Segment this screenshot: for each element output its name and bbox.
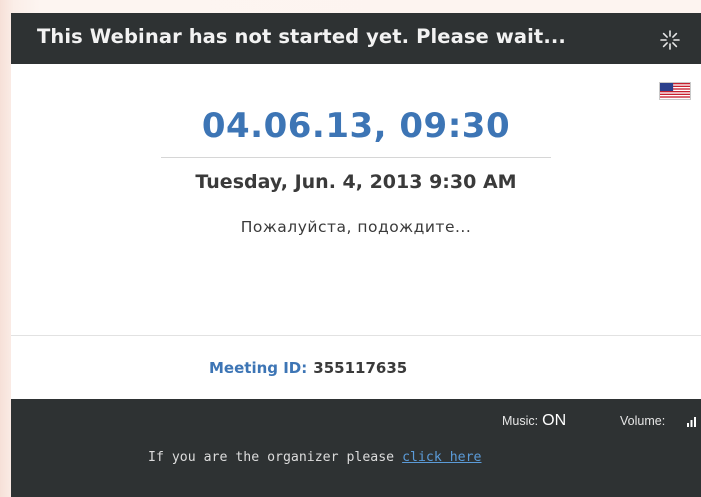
footer-bar: Music: ON Volume: If you are the organize… <box>11 399 701 497</box>
music-toggle[interactable]: Music: ON <box>502 412 566 430</box>
volume-control[interactable]: Volume: <box>620 414 665 428</box>
organizer-prompt: If you are the organizer please click he… <box>148 450 482 465</box>
status-header: This Webinar has not started yet. Please… <box>11 13 701 64</box>
date-divider <box>161 157 551 158</box>
webinar-waiting-panel: This Webinar has not started yet. Please… <box>11 13 701 497</box>
volume-bars-icon[interactable] <box>687 417 697 427</box>
wait-message: Пожалуйста, подождите... <box>240 218 472 236</box>
us-flag-icon[interactable] <box>659 82 691 100</box>
section-divider <box>11 335 701 336</box>
organizer-login-link[interactable]: click here <box>402 450 481 465</box>
music-value[interactable]: ON <box>542 412 566 429</box>
music-label: Music: <box>502 414 539 428</box>
meeting-id-label: Meeting ID: <box>209 359 308 377</box>
meeting-id-row: Meeting ID: 355117635 <box>209 359 407 377</box>
loading-spinner-icon <box>660 30 680 50</box>
organizer-text: If you are the organizer please <box>148 450 395 465</box>
meeting-id-value: 355117635 <box>313 359 408 377</box>
volume-label: Volume: <box>620 414 666 428</box>
status-message: This Webinar has not started yet. Please… <box>37 25 566 48</box>
start-date-short: 04.06.13, 09:30 <box>201 106 511 146</box>
start-date-long: Tuesday, Jun. 4, 2013 9:30 AM <box>195 171 517 193</box>
